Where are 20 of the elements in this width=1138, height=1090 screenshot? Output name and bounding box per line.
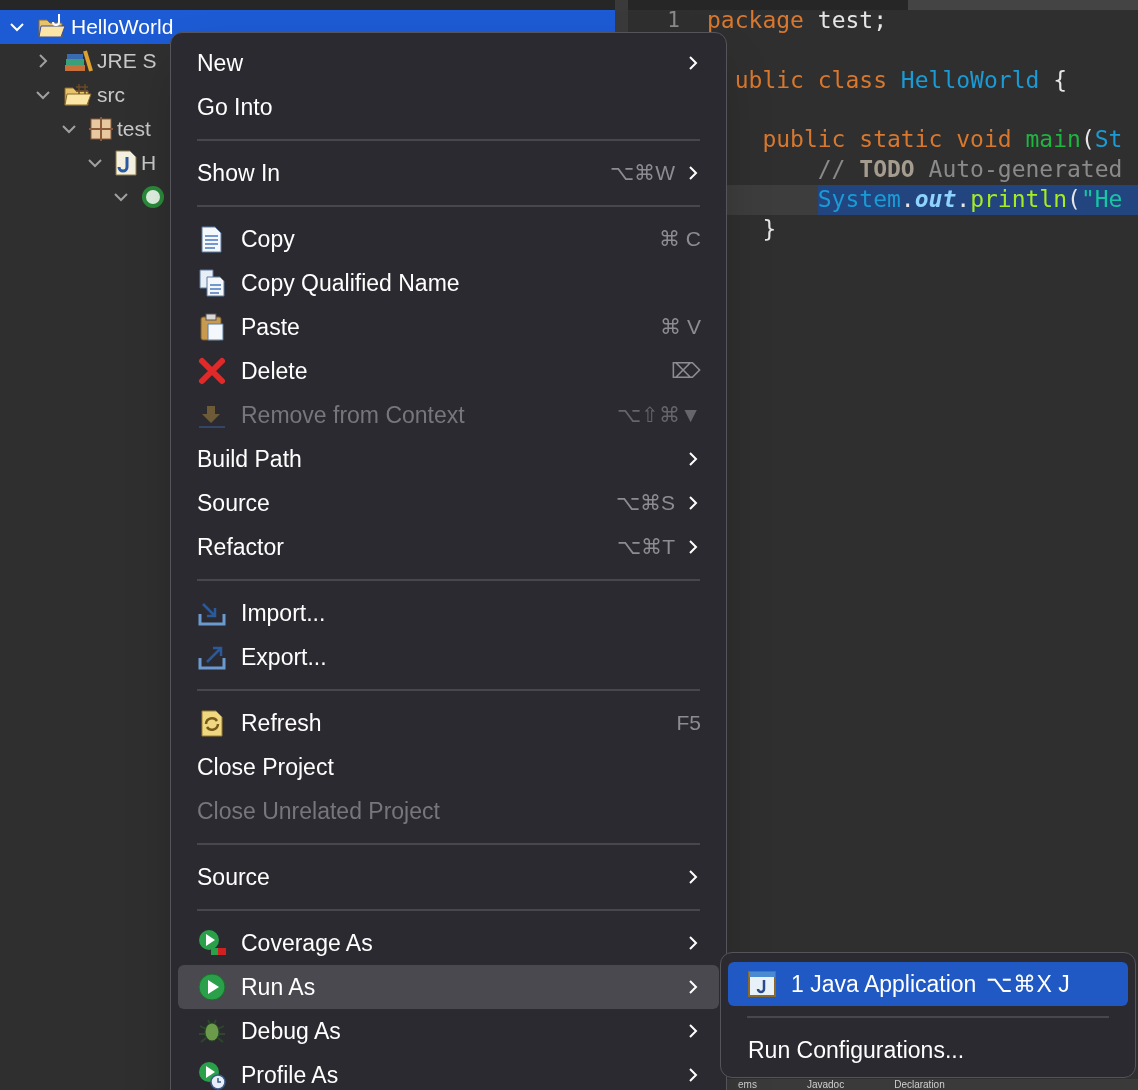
code-line: }: [762, 214, 778, 244]
code-line: // TODO Auto-generated: [817, 155, 1124, 184]
tree-label: H: [141, 150, 157, 177]
shortcut-label: ⌥⇧⌘▼: [617, 402, 701, 429]
shortcut-label: ⌥⌘T: [617, 534, 675, 561]
shortcut-label: F5: [676, 710, 701, 737]
code-line: public static void main(St: [762, 125, 1124, 155]
shortcut-label: ⌦: [671, 358, 701, 385]
code-line: ublic class HelloWorld {: [734, 65, 1069, 95]
shortcut-label: ⌥⌘W: [610, 160, 675, 187]
code-line: package test;: [707, 6, 889, 35]
tree-label: src: [97, 82, 125, 109]
shortcut-label: ⌘ C: [659, 226, 701, 253]
shortcut-label: ⌘ V: [660, 314, 701, 341]
tree-label: JRE S: [97, 48, 157, 75]
line-number: 1: [667, 8, 680, 32]
tree-label: HelloWorld: [71, 14, 174, 41]
shortcut-label: ⌥⌘S: [616, 490, 675, 517]
shortcut-label: ⌥⌘X J: [986, 969, 1070, 999]
tree-label: test: [117, 116, 151, 143]
